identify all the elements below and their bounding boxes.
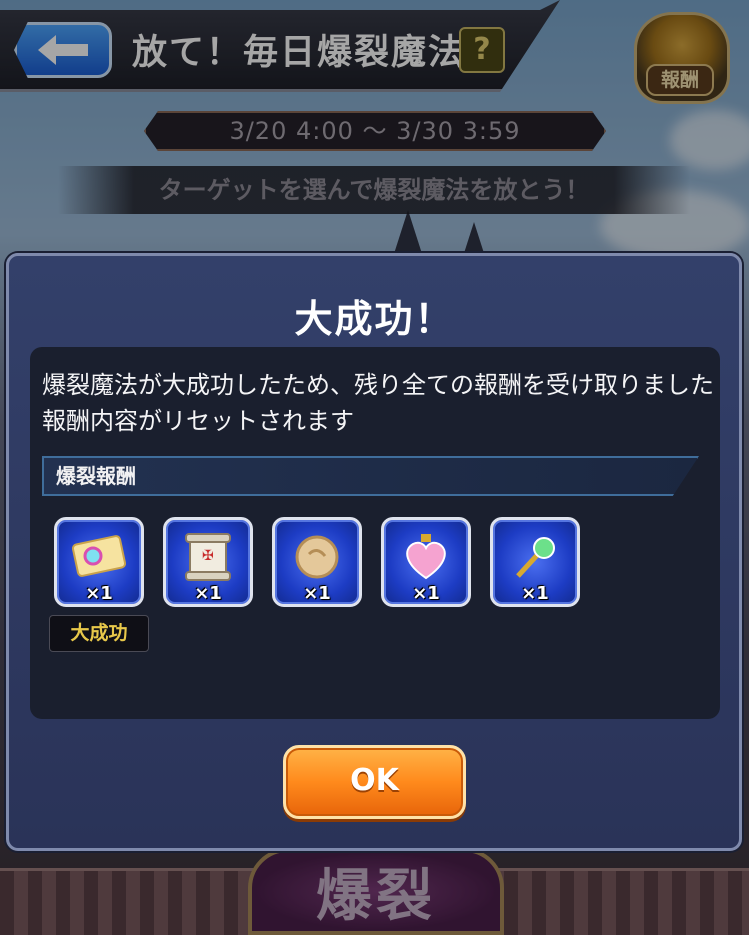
dialog-message-line1: 爆裂魔法が大成功したため、残り全ての報酬を受け取りました: [42, 371, 714, 399]
reward-quantity: ×1: [85, 583, 113, 604]
success-badge: 大成功: [49, 615, 149, 652]
reward-item[interactable]: ×1: [490, 517, 580, 607]
reward-quantity: ×1: [412, 583, 440, 604]
svg-text:✠: ✠: [202, 548, 214, 564]
reward-quantity: ×1: [521, 583, 549, 604]
ok-button[interactable]: OK: [283, 745, 466, 819]
reward-item[interactable]: ×1: [381, 517, 471, 607]
reward-quantity: ×1: [194, 583, 222, 604]
reward-item[interactable]: ×1: [54, 517, 144, 607]
reward-item[interactable]: ✠ ×1: [163, 517, 253, 607]
dialog-message-line2: 報酬内容がリセットされます: [42, 407, 354, 435]
reward-section-header: 爆裂報酬: [42, 456, 699, 496]
dialog-title: 大成功！: [294, 297, 455, 341]
reward-quantity: ×1: [303, 583, 331, 604]
reward-item[interactable]: ×1: [272, 517, 362, 607]
